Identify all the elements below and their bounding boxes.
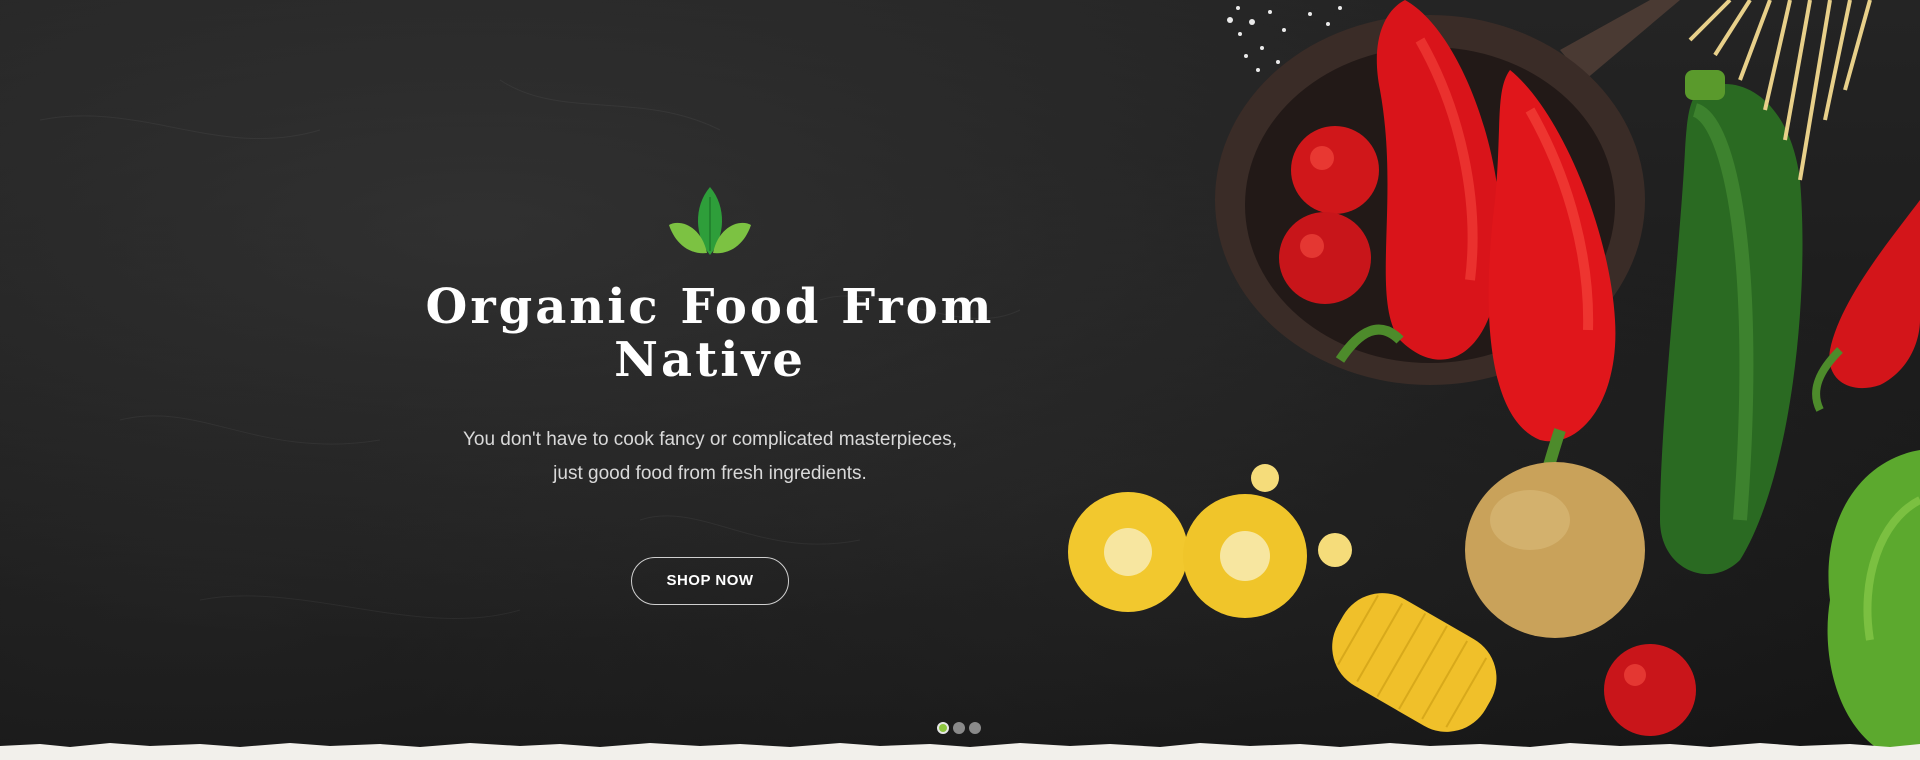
shop-now-button[interactable]: SHOP NOW [631, 556, 789, 605]
leaf-icon [669, 187, 751, 255]
vegetables-image [1068, 0, 1920, 760]
hero-headline: Organic Food From Native [425, 279, 995, 388]
slider-pagination [937, 722, 981, 734]
slider-dot-3[interactable] [969, 722, 981, 734]
slider-dot-2[interactable] [953, 722, 965, 734]
torn-paper-edge [0, 743, 1920, 760]
hero-content: Organic Food From Native You don't have … [360, 185, 1060, 605]
hero-subtext: You don't have to cook fancy or complica… [360, 423, 1060, 491]
slider-dot-1[interactable] [937, 722, 949, 734]
hero-subtext-line-1: You don't have to cook fancy or complica… [462, 428, 958, 450]
hero-subtext-line-2: just good food from fresh ingredients. [553, 462, 867, 484]
hero-slider: Organic Food From Native You don't have … [0, 0, 1920, 760]
